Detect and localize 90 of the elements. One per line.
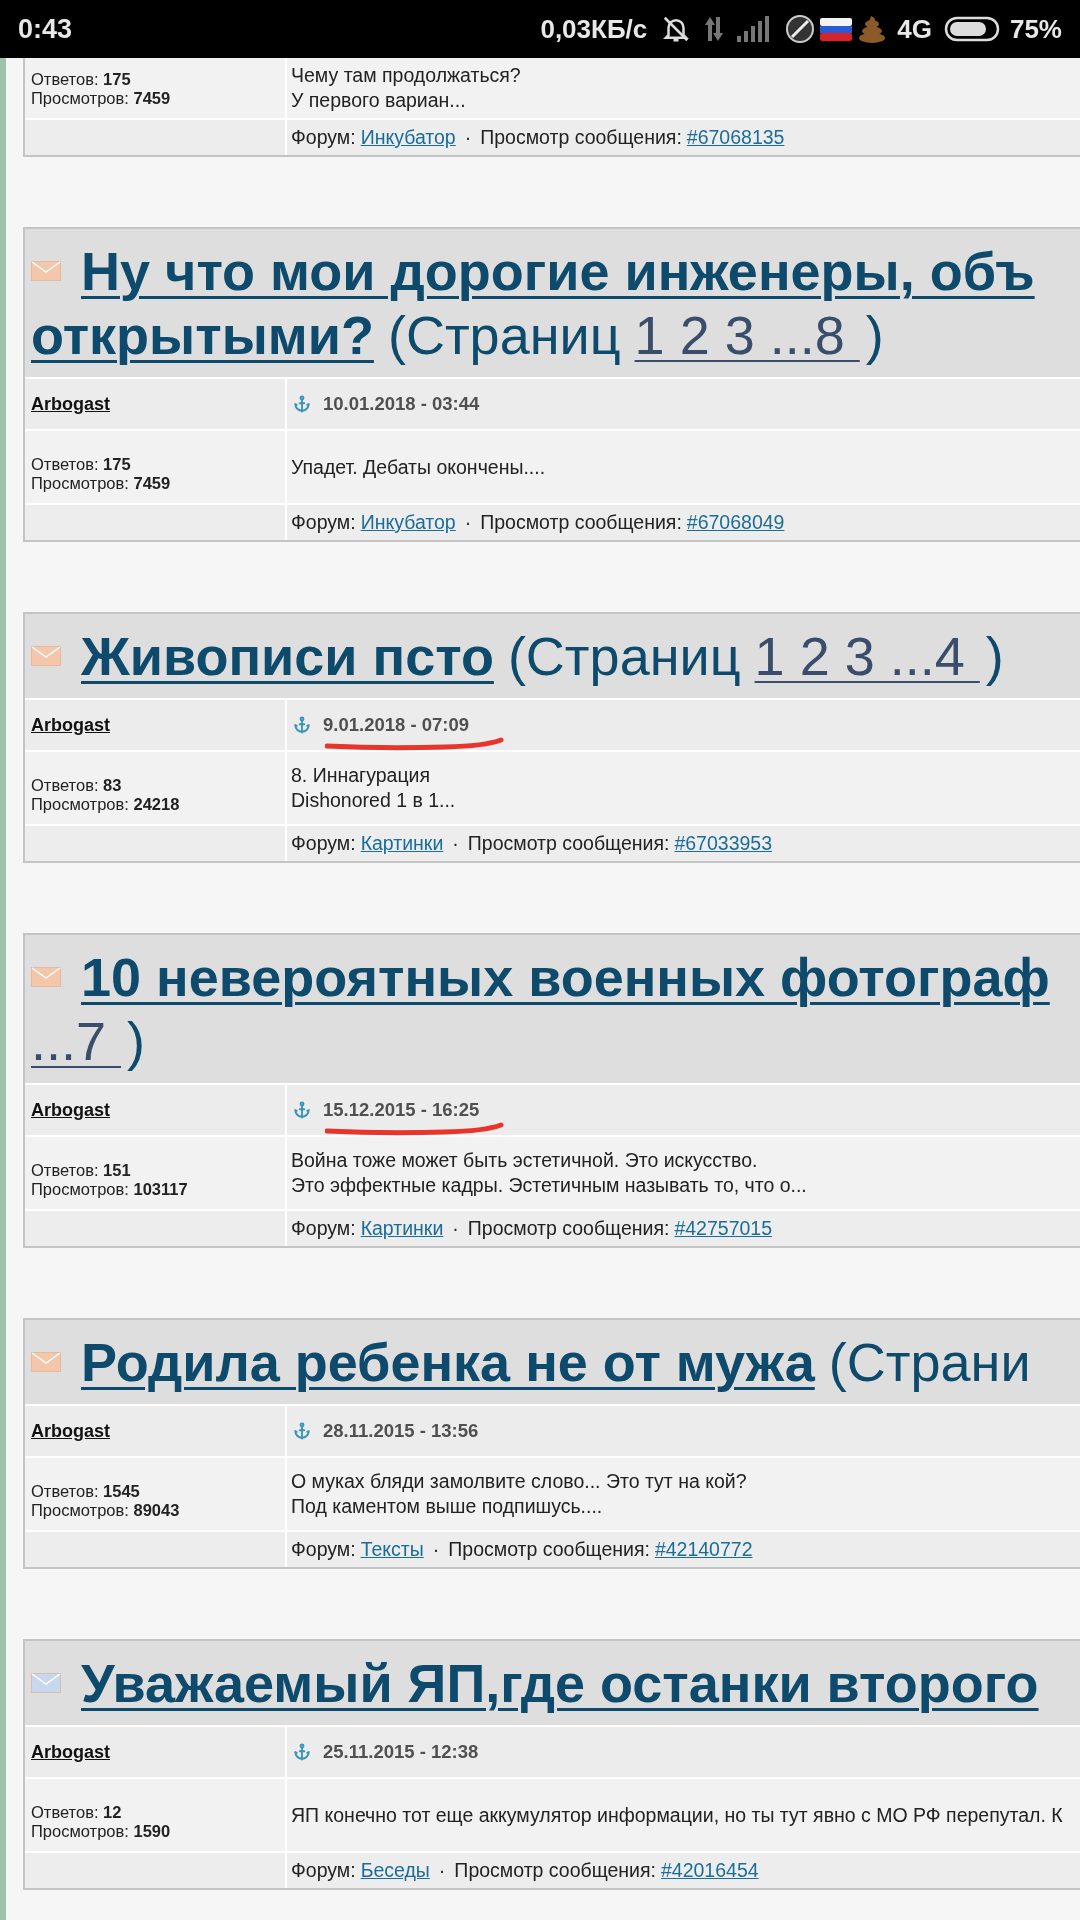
author-link[interactable]: Arbogast — [31, 711, 110, 739]
anchor-icon[interactable] — [293, 1101, 311, 1119]
pages-label: (Страниц — [507, 625, 741, 688]
forum-label: Форум: — [291, 1215, 356, 1241]
post-label: Просмотр сообщения: — [480, 509, 682, 535]
forum-link[interactable]: Тексты — [360, 1534, 424, 1565]
post-label: Просмотр сообщения: — [480, 124, 682, 150]
reply-count: Ответов: 151 — [31, 1161, 132, 1180]
forum-label: Форум: — [291, 509, 356, 535]
envelope-icon — [31, 646, 61, 666]
post-excerpt: Чему там продолжаться? У первого вариан... — [291, 63, 521, 113]
page-links[interactable]: 1 2 3 ...4 — [754, 624, 980, 688]
post-date: 10.01.2018 - 03:44 — [323, 392, 480, 417]
page-links[interactable]: 1 2 3 ...8 — [634, 303, 860, 367]
muted-bell-icon — [661, 14, 692, 44]
post-label: Просмотр сообщения: — [467, 830, 670, 856]
view-count: Просмотров: 7459 — [31, 474, 172, 493]
separator: · — [432, 1536, 440, 1562]
view-count: Просмотров: 7459 — [31, 89, 172, 108]
anchor-icon[interactable] — [293, 395, 311, 413]
author-link[interactable]: Arbogast — [31, 1096, 110, 1124]
clock: 0:43 — [18, 12, 73, 46]
network-type: 4G — [897, 12, 932, 46]
anchor-icon[interactable] — [293, 1743, 311, 1761]
reply-count: Ответов: 12 — [31, 1803, 123, 1822]
separator: · — [452, 1215, 459, 1241]
separator: · — [452, 830, 459, 856]
view-count: Просмотров: 24218 — [31, 795, 181, 814]
post-label: Просмотр сообщения: — [467, 1215, 670, 1241]
post-excerpt: 8. Иннагурация Dishonored 1 в 1... — [291, 763, 456, 813]
battery-percent: 75% — [1009, 12, 1062, 46]
topic-title-link[interactable]: 10 невероятных военных фотограф — [81, 945, 1050, 1009]
forum-label: Форум: — [291, 830, 356, 856]
post-link[interactable]: #42016454 — [660, 1855, 759, 1886]
topic-title-link[interactable]: Ну что мои дорогие инженеры, объ — [81, 239, 1035, 303]
envelope-icon — [31, 1352, 61, 1372]
separator: · — [464, 509, 472, 535]
post-excerpt: Война тоже может быть эстетичной. Это искусство. Это эффектные кадры. Эстетичным называть то, что о... — [291, 1148, 807, 1198]
separator: · — [464, 124, 472, 150]
separator: · — [438, 1857, 446, 1883]
author-link[interactable]: Arbogast — [31, 390, 110, 418]
view-count: Просмотров: 103117 — [31, 1180, 189, 1199]
forum-link[interactable]: Беседы — [360, 1855, 430, 1886]
poop-icon — [857, 14, 888, 44]
topic-title-link[interactable]: Живописи псто — [81, 624, 494, 688]
post-date: 28.11.2015 - 13:56 — [323, 1419, 479, 1444]
anchor-icon[interactable] — [293, 1422, 311, 1440]
topic-title-link[interactable]: открытыми? — [31, 303, 374, 367]
view-count: Просмотров: 1590 — [31, 1822, 172, 1841]
pages-label: (Страни — [828, 1331, 1031, 1394]
battery-icon — [943, 15, 1002, 43]
forum-link[interactable]: Картинки — [360, 1213, 444, 1244]
forum-label: Форум: — [291, 1536, 356, 1562]
envelope-icon — [31, 261, 61, 281]
reply-count: Ответов: 1545 — [31, 1482, 141, 1501]
post-date: 9.01.2018 - 07:09 — [323, 713, 470, 738]
post-date: 25.11.2015 - 12:38 — [323, 1740, 479, 1765]
envelope-icon — [31, 967, 61, 987]
forum-label: Форум: — [291, 124, 356, 150]
view-count: Просмотров: 89043 — [31, 1501, 181, 1520]
reply-count: Ответов: 175 — [31, 455, 132, 474]
post-excerpt: Упадет. Дебаты окончены.... — [291, 454, 546, 480]
reply-count: Ответов: 83 — [31, 776, 123, 795]
data-arrows-icon — [703, 15, 726, 43]
flag-icon — [819, 15, 854, 43]
post-link[interactable]: #67033953 — [674, 828, 772, 859]
signal-icon — [737, 16, 772, 42]
post-link[interactable]: #42140772 — [654, 1534, 753, 1565]
envelope-icon — [31, 1673, 61, 1693]
post-label: Просмотр сообщения: — [454, 1857, 656, 1883]
topic-title-link[interactable]: Уважаемый ЯП,где останки второго — [81, 1651, 1039, 1715]
pages-label: (Страниц — [387, 304, 621, 367]
post-label: Просмотр сообщения: — [448, 1536, 650, 1562]
post-excerpt: ЯП конечно тот еще аккумулятор информации, но ты тут явно с МО РФ перепутал. К — [291, 1802, 1063, 1828]
anchor-icon[interactable] — [293, 716, 311, 734]
author-link[interactable]: Arbogast — [31, 1738, 110, 1766]
forum-label: Форум: — [291, 1857, 356, 1883]
forum-link[interactable]: Инкубатор — [360, 507, 456, 538]
post-date: 15.12.2015 - 16:25 — [323, 1098, 480, 1123]
post-excerpt: О муках бляди замолвите слово... Это тут на кой? Под каментом выше подпишусь.... — [291, 1469, 747, 1519]
network-speed: 0,03КБ/с — [540, 12, 648, 46]
post-link[interactable]: #67068135 — [686, 122, 785, 153]
post-link[interactable]: #42757015 — [674, 1213, 772, 1244]
topic-title-link[interactable]: Родила ребенка не от мужа — [81, 1330, 815, 1394]
author-link[interactable]: Arbogast — [31, 1417, 110, 1445]
page-links[interactable]: ...7 — [31, 1009, 122, 1073]
reply-count: Ответов: 175 — [31, 70, 132, 89]
post-link[interactable]: #67068049 — [686, 507, 785, 538]
forum-link[interactable]: Инкубатор — [360, 122, 456, 153]
forum-link[interactable]: Картинки — [360, 828, 444, 859]
